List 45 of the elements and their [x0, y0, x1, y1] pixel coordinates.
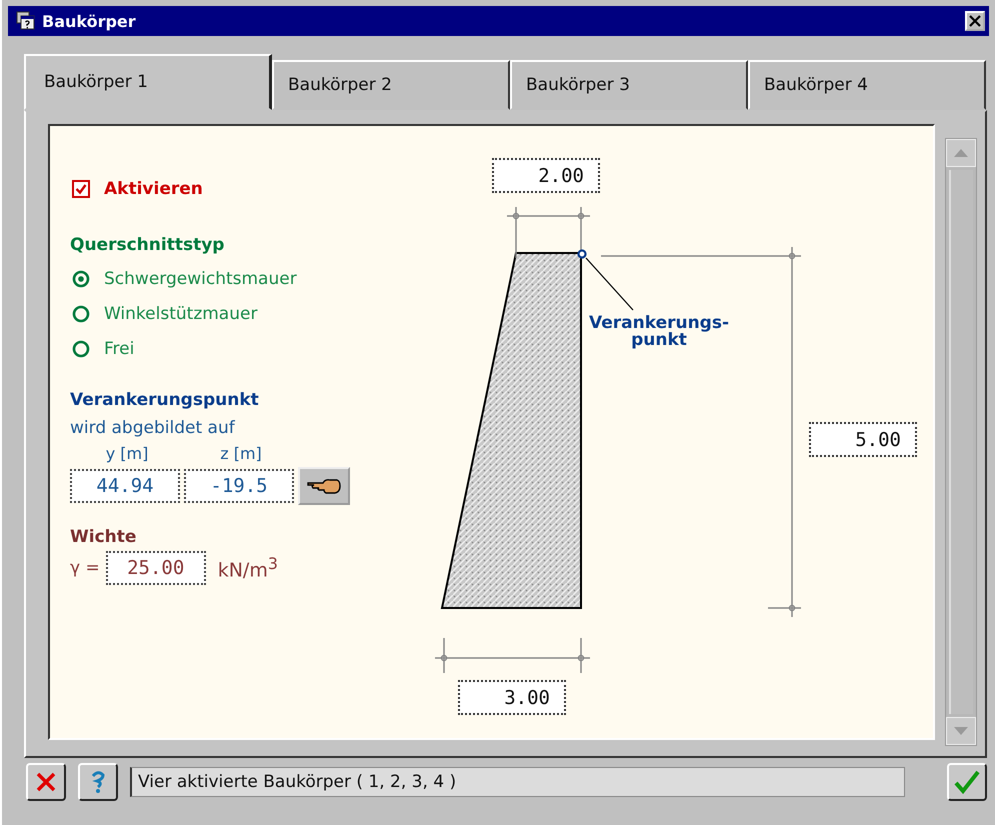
symbol-label: γ = — [70, 558, 100, 578]
checkmark-icon — [954, 770, 980, 794]
input-field[interactable]: 25.00 — [106, 551, 206, 585]
status-field: Vier aktivierte Baukörper ( 1, 2, 3, 4 ) — [130, 767, 905, 797]
ok-button[interactable] — [947, 763, 987, 801]
tab[interactable]: Baukörper 3 — [510, 60, 748, 110]
radio-label: Schwergewichtsmauer — [104, 268, 297, 288]
help-icon — [90, 770, 106, 794]
field-label: z [m] — [219, 444, 263, 463]
description-text: wird abgebildet auf — [70, 418, 236, 438]
window-icon — [16, 11, 36, 31]
pick-point-button[interactable] — [298, 467, 350, 505]
input-field[interactable]: 44.94 — [70, 469, 180, 503]
input-field[interactable]: 2.00 — [492, 158, 600, 193]
checkbox[interactable] — [72, 180, 90, 198]
leader-line — [586, 258, 634, 310]
anchor-label: Verankerungs- punkt — [589, 315, 730, 349]
scrollbar-thumb[interactable] — [949, 170, 973, 714]
radio-label: Frei — [104, 338, 134, 358]
field-label: y [m] — [104, 444, 150, 463]
checkbox-label: Aktivieren — [104, 179, 203, 199]
radio-label: Winkelstützmauer — [104, 304, 258, 324]
window-title: Baukörper — [42, 12, 137, 30]
radio-button[interactable] — [72, 340, 90, 358]
section-heading: Querschnittstyp — [70, 235, 226, 255]
close-icon — [35, 771, 57, 793]
input-field[interactable]: 5.00 — [809, 422, 917, 457]
close-button[interactable] — [965, 11, 985, 31]
up-arrow-icon — [954, 149, 968, 157]
tab[interactable]: Baukörper 4 — [748, 60, 986, 110]
section-heading: Verankerungspunkt — [70, 390, 260, 410]
anchor-point — [577, 249, 587, 259]
cancel-button[interactable] — [26, 763, 66, 801]
radio-button[interactable] — [72, 270, 90, 288]
down-arrow-icon — [954, 727, 968, 735]
radio-button[interactable] — [72, 304, 90, 322]
tab[interactable]: Baukörper 1 — [24, 54, 272, 110]
help-button[interactable] — [78, 763, 118, 801]
input-field[interactable]: -19.5 — [184, 469, 294, 503]
close-icon — [969, 15, 981, 27]
pointing-hand-icon — [306, 476, 342, 496]
tab[interactable]: Baukörper 2 — [272, 60, 510, 110]
input-field[interactable]: 3.00 — [458, 680, 566, 715]
unit-label: kN/m$^{3}$ — [218, 554, 278, 582]
section-heading: Wichte — [70, 527, 138, 547]
